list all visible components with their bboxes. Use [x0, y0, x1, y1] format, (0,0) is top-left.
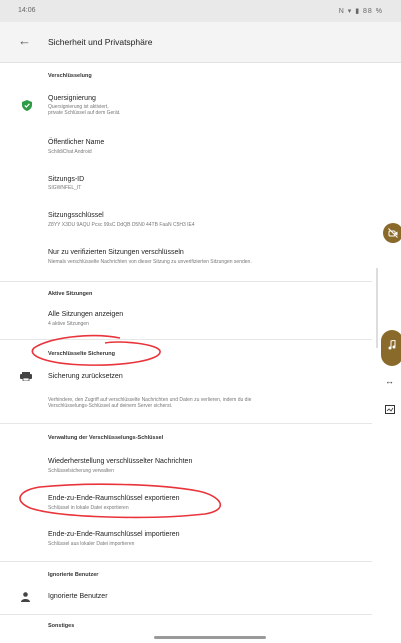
annotation-circle-backup	[31, 334, 161, 366]
annotation-circle-export	[19, 483, 222, 519]
annotation-overlay	[19, 334, 222, 519]
